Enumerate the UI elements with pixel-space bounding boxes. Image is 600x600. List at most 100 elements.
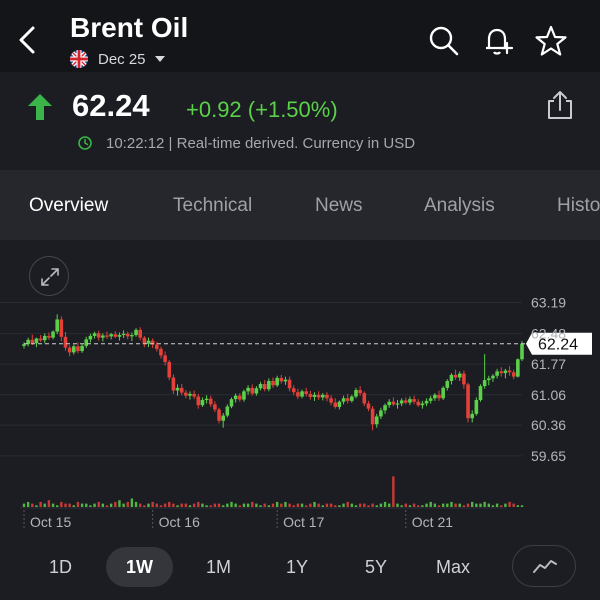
volume-bar bbox=[197, 501, 200, 507]
volume-bar bbox=[425, 503, 428, 507]
range-1m[interactable]: 1M bbox=[186, 547, 251, 587]
candle-body bbox=[474, 399, 479, 414]
volume-bar bbox=[267, 505, 271, 507]
volume-bar bbox=[147, 503, 150, 507]
candle-body bbox=[366, 403, 371, 409]
x-tick-label: Oct 16 bbox=[159, 514, 200, 530]
range-1y[interactable]: 1Y bbox=[266, 547, 328, 587]
candle-body bbox=[267, 380, 271, 390]
volume-bar bbox=[85, 503, 88, 507]
x-tick-label: Oct 21 bbox=[412, 514, 453, 530]
candle-body bbox=[250, 387, 255, 394]
volume-bar bbox=[188, 505, 192, 507]
candle-body bbox=[242, 391, 246, 400]
range-selector: 1D 1W 1M 1Y 5Y Max bbox=[0, 540, 600, 600]
quote-section: 62.24 +0.92 (+1.50%) 10:22:12 | Real-tim… bbox=[0, 72, 600, 170]
search-icon[interactable] bbox=[427, 24, 461, 58]
tab-technical[interactable]: Technical bbox=[173, 195, 252, 217]
candle-body bbox=[283, 379, 288, 382]
tab-analysis[interactable]: Analysis bbox=[424, 195, 495, 217]
volume-bar bbox=[238, 505, 241, 507]
candle-body bbox=[291, 388, 296, 393]
candle-body bbox=[80, 345, 84, 352]
candle-body bbox=[345, 398, 350, 401]
volume-bar bbox=[466, 503, 470, 507]
price-chart[interactable]: 62.24 63.19 62.48 61.77 61.06 60.36 59.65 Oct 1… bbox=[0, 240, 600, 540]
volume-bar bbox=[176, 505, 179, 507]
candle-body bbox=[130, 335, 134, 337]
price-change: +0.92 (+1.50%) bbox=[186, 97, 338, 122]
candle-body bbox=[300, 391, 304, 397]
volume-bar bbox=[184, 503, 188, 507]
back-arrow-icon[interactable] bbox=[10, 22, 46, 58]
volume-bar bbox=[251, 501, 254, 507]
candle-body bbox=[358, 390, 362, 394]
candle-body bbox=[47, 335, 51, 338]
candle-body bbox=[101, 335, 105, 338]
volume-bar bbox=[350, 503, 354, 507]
instrument-title: Brent Oil bbox=[70, 12, 189, 43]
candle-body bbox=[449, 374, 454, 381]
candle-body bbox=[424, 400, 429, 404]
volume-bar bbox=[101, 503, 105, 507]
range-1w[interactable]: 1W bbox=[106, 547, 173, 587]
volume-bar bbox=[35, 505, 38, 507]
candle-body bbox=[155, 344, 159, 349]
candle-body bbox=[412, 399, 416, 402]
volume-bar bbox=[309, 503, 312, 507]
range-max[interactable]: Max bbox=[416, 547, 490, 587]
star-watchlist-icon[interactable] bbox=[534, 24, 568, 58]
volume-bar bbox=[201, 503, 204, 507]
volume-bar bbox=[292, 505, 295, 507]
tab-overview[interactable]: Overview bbox=[29, 195, 108, 217]
candle-body bbox=[200, 399, 205, 406]
candle-body bbox=[208, 398, 213, 405]
add-alert-bell-icon[interactable] bbox=[481, 24, 515, 58]
share-icon[interactable] bbox=[545, 89, 575, 121]
volume-bar bbox=[313, 501, 316, 507]
volume-bar bbox=[159, 505, 163, 507]
volume-bar bbox=[31, 503, 34, 507]
tab-history[interactable]: History bbox=[557, 195, 600, 217]
volume-bar bbox=[388, 503, 391, 507]
tab-news[interactable]: News bbox=[315, 195, 363, 217]
volume-bar bbox=[417, 505, 420, 507]
candle-body bbox=[88, 335, 93, 340]
candle-body bbox=[457, 373, 462, 378]
candle-body bbox=[163, 355, 167, 362]
volume-bar bbox=[39, 501, 42, 507]
candle-body bbox=[113, 334, 118, 337]
volume-bar bbox=[520, 505, 524, 507]
candle-body bbox=[238, 395, 242, 400]
range-5y[interactable]: 5Y bbox=[345, 547, 407, 587]
volume-bar bbox=[51, 503, 55, 507]
volume-bar bbox=[458, 503, 461, 507]
volume-bar bbox=[437, 505, 441, 507]
candle-body bbox=[51, 331, 55, 338]
volume-bar bbox=[450, 501, 453, 507]
volume-bar bbox=[230, 501, 233, 507]
volume-bar bbox=[151, 501, 154, 507]
candle-body bbox=[134, 329, 138, 336]
volume-bar bbox=[508, 501, 511, 507]
volume-bar bbox=[163, 503, 167, 507]
candle-body bbox=[146, 340, 151, 344]
volume-bar bbox=[500, 505, 503, 507]
expand-chart-button[interactable] bbox=[29, 256, 69, 296]
clock-icon bbox=[78, 136, 92, 150]
volume-bar bbox=[263, 503, 266, 507]
range-1d[interactable]: 1D bbox=[29, 547, 92, 587]
candle-body bbox=[462, 373, 466, 385]
candle-body bbox=[271, 380, 275, 386]
chart-type-toggle[interactable] bbox=[512, 545, 576, 587]
candle-body bbox=[179, 387, 184, 393]
volume-bar bbox=[454, 503, 457, 507]
candle-body bbox=[466, 384, 470, 419]
volume-bar bbox=[288, 503, 291, 507]
volume-bar bbox=[213, 503, 217, 507]
contract-selector[interactable]: Dec 25 bbox=[70, 49, 165, 69]
candle-body bbox=[59, 319, 64, 337]
candle-body bbox=[428, 398, 433, 401]
volume-bar bbox=[72, 505, 75, 507]
volume-bar bbox=[358, 503, 362, 507]
